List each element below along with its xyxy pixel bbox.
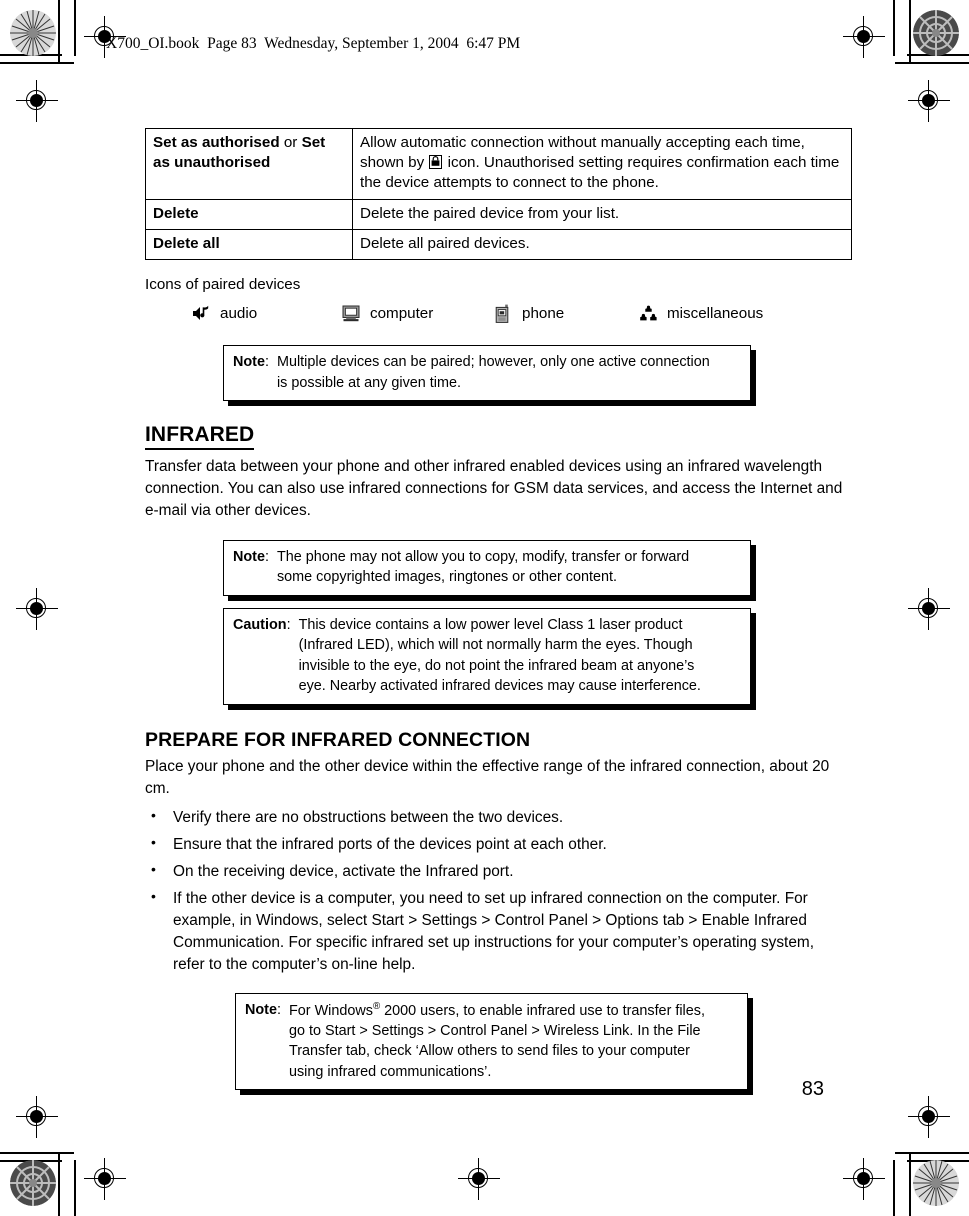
prepare-paragraph: Place your phone and the other device wi… bbox=[145, 757, 830, 797]
note-body: For Windows® 2000 users, to enable infra… bbox=[281, 1000, 738, 1083]
note-label: Note: bbox=[233, 352, 269, 393]
list-item: On the receiving device, activate the In… bbox=[145, 860, 845, 883]
crosshair-mark-upper-right bbox=[908, 80, 950, 122]
table-cell-description: Allow automatic connection without manua… bbox=[352, 128, 852, 200]
note-body: Multiple devices can be paired; however,… bbox=[269, 352, 741, 393]
note-label: Note: bbox=[245, 1000, 281, 1083]
trim-line-bottom-left-outer bbox=[0, 1152, 74, 1154]
note-windows: Note: For Windows® 2000 users, to enable… bbox=[235, 992, 748, 1091]
trim-line-bottom-right-inner-vert bbox=[893, 1160, 895, 1216]
trim-line-right-inner bbox=[893, 0, 895, 56]
icons-section-caption: Icons of paired devices bbox=[145, 276, 301, 294]
crosshair-mark-lower-right bbox=[908, 1096, 950, 1138]
note-line-pre: For Windows bbox=[288, 1002, 373, 1019]
crosshair-mark-bottom-left bbox=[84, 1158, 126, 1200]
list-item: Ensure that the infrared ports of the de… bbox=[145, 833, 845, 856]
option-label-primary: Set as authorised bbox=[153, 134, 280, 151]
miscellaneous-cluster-icon bbox=[638, 303, 658, 323]
document-page: X700_OI.book Page 83 Wednesday, Septembe… bbox=[0, 0, 969, 1216]
prepare-bullet-list: Verify there are no obstructions between… bbox=[145, 806, 845, 976]
heading-prepare-for-infrared-connection: PREPARE FOR INFRARED CONNECTION bbox=[145, 728, 531, 751]
page-content: Set as authorised or Set as unauthorised… bbox=[145, 128, 852, 1091]
list-item: Verify there are no obstructions between… bbox=[145, 806, 845, 829]
note-paired-devices-wrapper: Note: Multiple devices can be paired; ho… bbox=[223, 345, 751, 402]
note-line: is possible at any given time. bbox=[276, 374, 461, 391]
trim-line-bottom-left-inner-vert bbox=[74, 1160, 76, 1216]
legend-item-computer: computer bbox=[341, 303, 493, 323]
note-paired-devices: Note: Multiple devices can be paired; ho… bbox=[223, 345, 751, 402]
option-label-conjunction: or bbox=[279, 134, 302, 151]
registration-rosette-bottom-left bbox=[10, 1160, 56, 1206]
trim-line-bottom-right-outer bbox=[895, 1152, 969, 1154]
padlock-icon bbox=[429, 155, 443, 170]
caution-laser-wrapper: Caution: This device contains a low powe… bbox=[223, 607, 751, 705]
trim-line-left-inner bbox=[74, 0, 76, 56]
legend-item-phone: phone bbox=[493, 303, 638, 323]
table-cell-option: Delete all bbox=[145, 228, 353, 261]
trim-line-top-right-outer bbox=[895, 62, 969, 64]
caution-body: This device contains a low power level C… bbox=[291, 615, 741, 697]
caution-label-text: Caution bbox=[233, 616, 287, 633]
caution-line: (Infrared LED), which will not normally … bbox=[298, 637, 693, 654]
file-header-line: X700_OI.book Page 83 Wednesday, Septembe… bbox=[106, 35, 521, 52]
table-cell-description: Delete all paired devices. bbox=[352, 228, 852, 261]
note-line-post: 2000 users, to enable infrared use to tr… bbox=[380, 1002, 705, 1019]
note-copyright: Note: The phone may not allow you to cop… bbox=[223, 539, 751, 596]
registration-rosette-top-left bbox=[10, 10, 56, 56]
table-row: Delete Delete the paired device from you… bbox=[145, 198, 852, 230]
paired-device-icon-legend: audio computer phone miscellaneous bbox=[191, 303, 845, 323]
note-line: The phone may not allow you to copy, mod… bbox=[276, 548, 690, 565]
computer-monitor-icon bbox=[341, 303, 361, 323]
caution-line: This device contains a low power level C… bbox=[298, 616, 683, 633]
note-line: Multiple devices can be paired; however,… bbox=[276, 354, 710, 371]
legend-label-miscellaneous: miscellaneous bbox=[667, 304, 764, 322]
note-line: some copyrighted images, ringtones or ot… bbox=[276, 569, 617, 586]
note-windows-wrapper: Note: For Windows® 2000 users, to enable… bbox=[235, 992, 748, 1091]
legend-item-audio: audio bbox=[191, 303, 341, 323]
heading-infrared: INFRARED bbox=[145, 423, 255, 451]
option-label-primary: Delete all bbox=[153, 234, 220, 252]
table-row: Set as authorised or Set as unauthorised… bbox=[145, 128, 852, 200]
note-label-text: Note bbox=[245, 1001, 277, 1018]
legend-label-phone: phone bbox=[522, 304, 565, 322]
note-label-text: Note bbox=[233, 548, 265, 565]
crosshair-mark-lower-left bbox=[16, 1096, 58, 1138]
table-cell-description: Delete the paired device from your list. bbox=[352, 198, 852, 230]
infrared-paragraph: Transfer data between your phone and oth… bbox=[145, 458, 843, 520]
trim-line-top-left-outer bbox=[0, 62, 74, 64]
crosshair-mark-bottom-center-left bbox=[458, 1158, 500, 1200]
note-line: For Windows® 2000 users, to enable infra… bbox=[289, 1000, 738, 1021]
option-label-primary: Delete bbox=[153, 204, 199, 222]
note-body: The phone may not allow you to copy, mod… bbox=[269, 547, 741, 588]
list-item: If the other device is a computer, you n… bbox=[145, 887, 845, 976]
legend-label-audio: audio bbox=[220, 304, 258, 322]
page-number: 83 bbox=[801, 1078, 824, 1100]
crosshair-mark-bottom-right bbox=[843, 1158, 885, 1200]
crosshair-mark-middle-right bbox=[908, 588, 950, 630]
audio-speaker-note-icon bbox=[191, 303, 211, 323]
note-line: Transfer tab, check ‘Allow others to sen… bbox=[288, 1043, 690, 1060]
caution-line: eye. Nearby activated infrared devices m… bbox=[298, 678, 701, 695]
note-line: using infrared communications’. bbox=[288, 1063, 492, 1080]
table-row: Delete all Delete all paired devices. bbox=[145, 228, 852, 261]
caution-laser: Caution: This device contains a low powe… bbox=[223, 607, 751, 705]
registration-rosette-top-right bbox=[913, 10, 959, 56]
note-copyright-wrapper: Note: The phone may not allow you to cop… bbox=[223, 539, 751, 596]
caution-line: invisible to the eye, do not point the i… bbox=[298, 657, 695, 674]
crosshair-mark-top-right bbox=[843, 16, 885, 58]
registration-rosette-bottom-right bbox=[913, 1160, 959, 1206]
mobile-phone-icon bbox=[493, 303, 513, 323]
table-cell-option: Delete bbox=[145, 198, 353, 230]
note-label: Note: bbox=[233, 547, 269, 588]
crosshair-mark-upper-left bbox=[16, 80, 58, 122]
crosshair-mark-middle-left bbox=[16, 588, 58, 630]
paired-device-options-table: Set as authorised or Set as unauthorised… bbox=[145, 128, 852, 261]
note-line: go to Start > Settings > Control Panel >… bbox=[288, 1022, 701, 1039]
caution-label: Caution: bbox=[233, 615, 291, 697]
legend-label-computer: computer bbox=[370, 304, 434, 322]
note-label-text: Note bbox=[233, 354, 265, 371]
legend-item-miscellaneous: miscellaneous bbox=[638, 303, 763, 323]
table-cell-option: Set as authorised or Set as unauthorised bbox=[145, 128, 353, 200]
